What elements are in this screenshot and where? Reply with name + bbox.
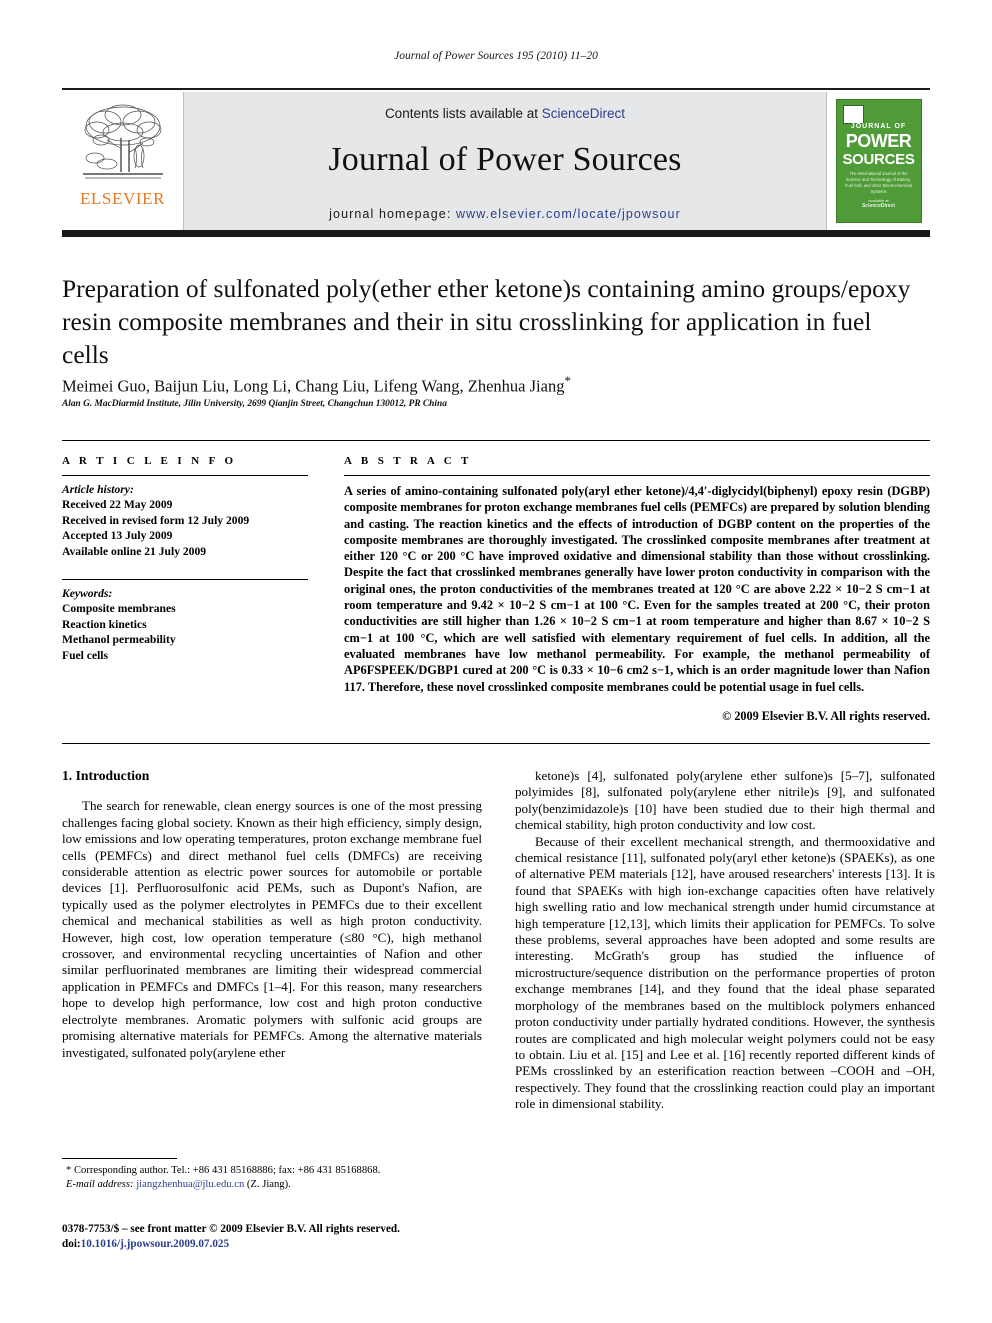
footnote-rule [62, 1158, 177, 1159]
masthead-bottom-rule [62, 230, 930, 237]
journal-title: Journal of Power Sources [328, 141, 682, 178]
corresponding-author-marker: * [564, 373, 571, 388]
cover-line-journal-of: JOURNAL OF [850, 123, 907, 130]
elsevier-logo: ELSEVIER [62, 92, 184, 230]
affiliation: Alan G. MacDiarmid Institute, Jilin Univ… [62, 399, 447, 409]
article-info-rule [62, 475, 308, 476]
paragraph: ketone)s [4], sulfonated poly(arylene et… [515, 768, 935, 833]
homepage-url-link[interactable]: www.elsevier.com/locate/jpowsour [456, 207, 681, 221]
footnote-marker: * [66, 1165, 72, 1176]
history-accepted: Accepted 13 July 2009 [62, 529, 173, 542]
cover-sciencedirect-note: available at ScienceDirect [849, 198, 909, 209]
author-names: Meimei Guo, Baijun Liu, Long Li, Chang L… [62, 376, 565, 396]
keyword-item: Methanol permeability [62, 633, 176, 646]
abstract-column: A B S T R A C T A series of amino-contai… [344, 455, 930, 724]
corresponding-author-text: Corresponding author. Tel.: +86 431 8516… [73, 1165, 381, 1176]
paragraph: The search for renewable, clean energy s… [62, 798, 482, 1060]
keyword-item: Reaction kinetics [62, 617, 147, 631]
body-column-left: 1. Introduction The search for renewable… [62, 768, 482, 1061]
abstract-copyright: © 2009 Elsevier B.V. All rights reserved… [722, 708, 930, 723]
journal-homepage-line: journal homepage: www.elsevier.com/locat… [329, 207, 681, 221]
history-received: Received 22 May 2009 [62, 498, 173, 511]
journal-cover-thumbnail: JOURNAL OF POWER SOURCES The Internation… [826, 92, 930, 230]
elsevier-wordmark: ELSEVIER [79, 189, 166, 208]
article-history-label: Article history: [62, 483, 134, 496]
history-available-online: Available online 21 July 2009 [62, 544, 207, 558]
corresponding-author-note: * Corresponding author. Tel.: +86 431 85… [62, 1164, 482, 1178]
paragraph: Because of their excellent mechanical st… [515, 833, 935, 1112]
paper-title: Preparation of sulfonated poly(ether eth… [62, 274, 911, 369]
email-owner: (Z. Jiang). [246, 1179, 291, 1190]
doi-line: doi:10.1016/j.jpowsour.2009.07.025 [62, 1237, 522, 1252]
email-link[interactable]: jiangzhenhua@jlu.edu.cn [136, 1179, 244, 1190]
keyword-item: Composite membranes [62, 602, 176, 615]
keywords-label: Keywords: [62, 587, 113, 600]
contents-prefix: Contents lists available at [384, 106, 542, 121]
abstract-heading: A B S T R A C T [344, 455, 472, 467]
elsevier-tree-icon [82, 104, 163, 179]
cover-elsevier-mark [842, 105, 864, 124]
doi-label: doi: [62, 1238, 81, 1250]
homepage-label: journal homepage: [329, 207, 452, 221]
issn-front-matter-line: 0378-7753/$ – see front matter © 2009 El… [62, 1223, 400, 1235]
abstract-rule [344, 475, 930, 476]
footnote-block: * Corresponding author. Tel.: +86 431 85… [62, 1164, 482, 1192]
info-band-bottom-rule [62, 743, 930, 744]
info-band-top-rule [62, 440, 930, 441]
history-revised: Received in revised form 12 July 2009 [62, 513, 250, 527]
body-column-right: ketone)s [4], sulfonated poly(arylene et… [515, 768, 935, 1113]
paper-page: Journal of Power Sources 195 (2010) 11–2… [0, 0, 992, 1323]
cover-subtitle: The International Journal of the Science… [844, 171, 913, 194]
keywords-rule [62, 579, 308, 580]
email-label: E-mail address: [66, 1179, 134, 1190]
author-list: Meimei Guo, Baijun Liu, Long Li, Chang L… [62, 373, 922, 397]
article-info-column: A R T I C L E I N F O Article history: R… [62, 455, 308, 663]
keyword-item: Fuel cells [62, 648, 109, 662]
email-note: E-mail address: jiangzhenhua@jlu.edu.cn … [62, 1178, 482, 1192]
imprint-block: 0378-7753/$ – see front matter © 2009 El… [62, 1222, 522, 1252]
cover-line-sources: SOURCES [842, 151, 915, 168]
sciencedirect-link[interactable]: ScienceDirect [542, 106, 625, 121]
doi-link[interactable]: 10.1016/j.jpowsour.2009.07.025 [81, 1238, 229, 1250]
journal-masthead: ELSEVIER Contents lists available at Sci… [62, 88, 930, 230]
cover-line-power: POWER [845, 131, 912, 151]
running-head: Journal of Power Sources 195 (2010) 11–2… [394, 50, 598, 62]
cover-sd-label: ScienceDirect [861, 203, 896, 209]
abstract-text: A series of amino-containing sulfonated … [344, 484, 930, 694]
masthead-center: Contents lists available at ScienceDirec… [184, 92, 826, 230]
article-info-heading: A R T I C L E I N F O [62, 455, 237, 467]
contents-available-line: Contents lists available at ScienceDirec… [385, 106, 625, 121]
section-heading-introduction: 1. Introduction [62, 768, 150, 783]
